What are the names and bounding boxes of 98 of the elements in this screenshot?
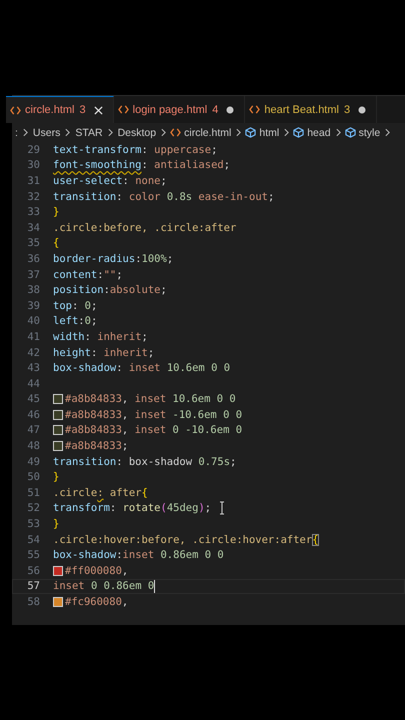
code-line: inset 0 0.86em 0 (53, 580, 154, 592)
line-number: 41 (26, 330, 40, 343)
tab-label: login page.html (132, 104, 208, 116)
breadcrumb-item[interactable]: circle.html (183, 126, 232, 138)
chevron-right-icon (284, 128, 290, 137)
color-swatch[interactable] (53, 597, 63, 608)
color-swatch[interactable] (53, 425, 63, 436)
code-line: #a8b84833, inset 0 -10.6em 0 (65, 424, 242, 436)
code-line: position:absolute; (53, 284, 167, 296)
cube-icon (293, 127, 304, 138)
file-tab[interactable]: heart Beat.html 3 (245, 96, 378, 123)
chevron-right-icon (65, 128, 70, 137)
chevron-right-icon (336, 128, 341, 137)
code-line: box-shadow:inset 0.86em 0 0 (53, 549, 224, 562)
breadcrumb-item[interactable]: Desktop (116, 126, 158, 138)
line-number: 32 (26, 190, 40, 203)
line-number: 40 (26, 315, 40, 328)
line-number: 52 (26, 502, 40, 514)
code-line: transition: color 0.8s ease-in-out; (53, 190, 274, 203)
line-number: 30 (26, 159, 40, 172)
code-line: } (53, 518, 60, 530)
code-line: #a8b84833, inset -10.6em 0 0 (65, 408, 242, 421)
line-number: 47 (26, 424, 40, 436)
code-line: .circle: after{ (53, 486, 148, 499)
line-number: 43 (26, 362, 40, 374)
code-line: box-shadow: inset 10.6em 0 0 (53, 362, 230, 374)
code-line: top: 0; (53, 300, 98, 312)
line-number: 37 (26, 268, 40, 281)
breadcrumb-item[interactable]: html (258, 126, 280, 138)
line-number: 54 (26, 534, 40, 546)
chevron-right-icon (108, 128, 113, 137)
line-number: 55 (26, 549, 40, 562)
tab-label: circle.html (25, 104, 75, 116)
code-file-icon (249, 105, 260, 114)
problem-count: 3 (80, 104, 86, 116)
code-line: #a8b84833; (65, 440, 128, 452)
code-file-icon (118, 105, 129, 114)
code-line: text-transform: uppercase; (53, 144, 218, 156)
code-line: } (53, 471, 60, 484)
line-number: 56 (26, 564, 40, 577)
breadcrumb-item[interactable]: style (358, 126, 382, 138)
breadcrumb-item[interactable]: STAR (74, 126, 104, 138)
code-line: border-radius:100%; (53, 252, 174, 265)
chevron-right-icon (385, 128, 390, 137)
code-line: left:0; (53, 315, 98, 328)
code-line: #a8b84833, inset 10.6em 0 0 (65, 393, 236, 406)
code-line: content:""; (53, 268, 123, 281)
line-number: 48 (26, 440, 40, 452)
color-swatch[interactable] (53, 441, 63, 452)
code-line: font-smoothing: antialiased; (53, 159, 230, 172)
line-number: 36 (26, 252, 40, 265)
code-line: .circle:before, .circle:after (53, 222, 236, 234)
chevron-right-icon (22, 128, 28, 137)
color-swatch[interactable] (53, 566, 63, 576)
file-tab[interactable]: circle.html 3 (6, 96, 114, 123)
line-number: 51 (26, 486, 40, 499)
breadcrumb-item[interactable]: Users (32, 126, 62, 138)
code-line: transition: box-shadow 0.75s; (53, 456, 236, 468)
chevron-right-icon (236, 128, 242, 137)
code-line: .circle:hover:before, .circle:hover:after{ (53, 534, 319, 546)
file-tab[interactable]: login page.html 4 (114, 96, 246, 123)
code-line: { (53, 237, 60, 250)
code-line: #fc960080, (65, 596, 128, 608)
color-swatch[interactable] (53, 410, 63, 420)
breadcrumb-item[interactable]: : (14, 126, 19, 138)
close-icon[interactable] (94, 106, 103, 114)
line-number: 33 (26, 206, 40, 218)
code-line: user-select: none; (53, 174, 167, 187)
line-number: 53 (26, 518, 40, 530)
chevron-right-icon (161, 128, 166, 137)
line-number: 29 (26, 144, 40, 156)
cube-icon (245, 127, 256, 138)
line-number: 46 (26, 408, 40, 421)
line-number: 49 (26, 456, 40, 468)
code-line: width: inherit; (53, 330, 148, 343)
tab-label: heart Beat.html (264, 104, 339, 116)
cube-icon (344, 127, 356, 138)
line-number: 34 (26, 222, 40, 234)
code-line: height: inherit; (53, 346, 154, 359)
line-number: 31 (26, 174, 40, 187)
line-number: 42 (26, 346, 40, 359)
code-line: transform: rotate(45deg); (53, 502, 212, 514)
code-file-icon (170, 128, 182, 137)
line-number: 45 (26, 393, 40, 406)
line-number: 44 (26, 378, 40, 390)
breadcrumb-item[interactable]: head (306, 126, 332, 138)
line-number: 50 (26, 471, 40, 484)
color-swatch[interactable] (53, 394, 63, 404)
code-line: } (53, 206, 60, 218)
problem-count: 4 (212, 104, 218, 116)
line-number: 58 (26, 596, 40, 608)
problem-count: 3 (344, 104, 350, 116)
code-line: #ff000080, (65, 564, 128, 577)
line-number: 39 (26, 300, 40, 312)
line-number: 38 (26, 284, 40, 296)
line-number: 57 (26, 580, 40, 592)
line-number: 35 (26, 237, 40, 250)
code-file-icon (10, 106, 21, 114)
